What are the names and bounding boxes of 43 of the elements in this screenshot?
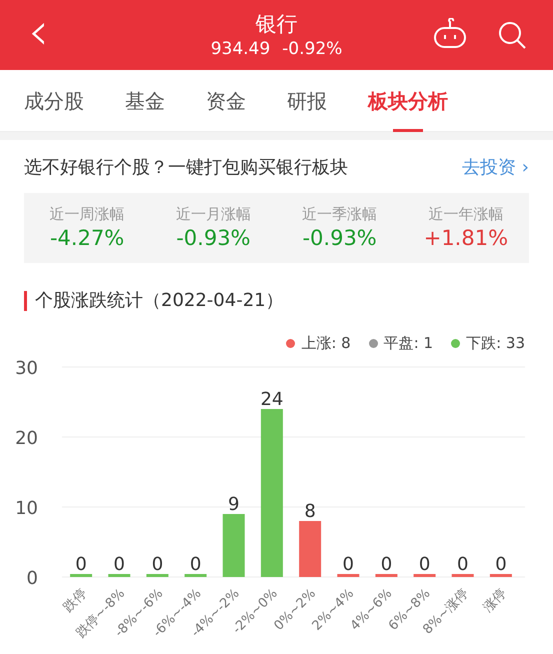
- legend-label: 下跌: 33: [466, 332, 525, 354]
- robot-icon[interactable]: [433, 18, 467, 50]
- data-label: 24: [260, 389, 284, 410]
- data-label: 0: [418, 554, 430, 575]
- axis-tick-label: 30: [15, 358, 38, 379]
- data-label: 0: [152, 554, 164, 575]
- legend-label: 平盘: 1: [384, 332, 434, 354]
- tab[interactable]: 板块分析: [368, 70, 448, 132]
- back-button[interactable]: ‹: [28, 6, 49, 58]
- data-label: 0: [457, 554, 468, 575]
- axis-tick-label: 20: [15, 428, 38, 449]
- axis-tick-label: 10: [15, 498, 38, 519]
- section-title: 个股涨跌统计（2022-04-21）: [35, 289, 284, 313]
- return-value: +1.81%: [424, 225, 508, 252]
- page-title: 银行: [256, 11, 298, 38]
- return-value: -0.93%: [302, 225, 377, 252]
- axis-tick-label: 0: [26, 568, 38, 589]
- data-label: 0: [342, 554, 354, 575]
- legend-label: 上涨: 8: [301, 332, 351, 354]
- index-change: -0.92%: [282, 38, 342, 60]
- return-label: 近一季涨幅: [302, 204, 378, 224]
- data-label: 0: [495, 554, 507, 575]
- search-icon[interactable]: [497, 20, 527, 50]
- tab[interactable]: 资金: [206, 70, 246, 132]
- tab[interactable]: 基金: [125, 70, 165, 132]
- return-label: 近一年涨幅: [428, 204, 504, 224]
- data-label: 0: [75, 554, 87, 575]
- return-value: -0.93%: [176, 225, 251, 252]
- index-price: 934.49: [210, 38, 270, 60]
- data-label: 9: [228, 494, 240, 515]
- return-label: 近一周涨幅: [50, 204, 125, 224]
- section-marker: [24, 290, 27, 310]
- data-label: 8: [304, 501, 316, 522]
- tab[interactable]: 研报: [287, 70, 327, 132]
- promo-text: 选不好银行个股？一键打包购买银行板块: [24, 156, 348, 180]
- tab[interactable]: 成分股: [24, 70, 84, 132]
- category-label: 跌停: [60, 586, 90, 616]
- data-label: 0: [380, 554, 392, 575]
- category-label: 涨停: [480, 586, 510, 616]
- data-label: 0: [114, 554, 125, 575]
- data-label: 0: [190, 554, 202, 575]
- return-value: -4.27%: [50, 225, 124, 252]
- return-label: 近一月涨幅: [176, 204, 251, 224]
